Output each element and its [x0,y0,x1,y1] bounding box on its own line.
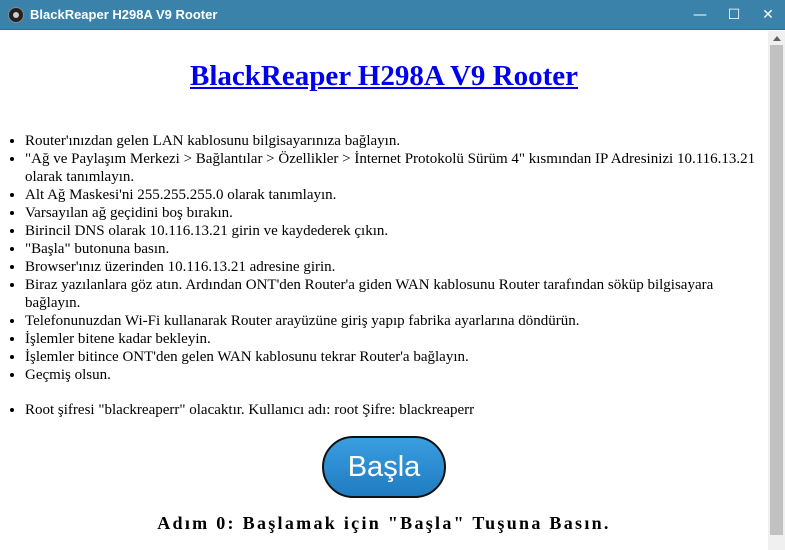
start-button[interactable]: Başla [322,436,446,498]
page-title: BlackReaper H298A V9 Rooter [0,60,768,93]
instruction-item: Browser'ınız üzerinden 10.116.13.21 adre… [25,258,768,276]
page-title-link[interactable]: BlackReaper H298A V9 Rooter [190,60,578,92]
instruction-item: Alt Ağ Maskesi'ni 255.255.255.0 olarak t… [25,186,768,204]
instruction-item: "Başla" butonuna basın. [25,240,768,258]
credentials-note-list: Root şifresi "blackreaperr" olacaktır. K… [0,401,768,419]
scroll-up-arrow-icon [772,35,781,41]
page-content: BlackReaper H298A V9 Rooter Router'ınızd… [0,31,768,550]
maximize-icon: ☐ [727,7,741,23]
app-icon [8,6,24,23]
instruction-item: "Ağ ve Paylaşım Merkezi > Bağlantılar > … [25,150,768,186]
instruction-item: Geçmiş olsun. [25,366,768,384]
instruction-item: Biraz yazılanlara göz atın. Ardından ONT… [25,276,768,312]
instruction-list: Router'ınızdan gelen LAN kablosunu bilgi… [0,132,768,384]
minimize-button[interactable]: — [683,0,717,30]
instruction-item: Birincil DNS olarak 10.116.13.21 girin v… [25,222,768,240]
close-button[interactable]: ✕ [751,0,785,30]
status-message: Adım 0: Başlamak için "Başla" Tuşuna Bas… [157,513,611,533]
window-title: BlackReaper H298A V9 Rooter [30,7,218,22]
window-controls: — ☐ ✕ [683,0,785,30]
instruction-item: İşlemler bitince ONT'den gelen WAN kablo… [25,348,768,366]
maximize-button[interactable]: ☐ [717,0,751,30]
window-titlebar: BlackReaper H298A V9 Rooter — ☐ ✕ [0,0,785,30]
instruction-item: Varsayılan ağ geçidini boş bırakın. [25,204,768,222]
close-icon: ✕ [762,7,774,23]
instruction-item: Telefonunuzdan Wi-Fi kullanarak Router a… [25,312,768,330]
scroll-up-button[interactable] [768,31,785,45]
scrollbar-thumb[interactable] [770,45,783,535]
instruction-item: İşlemler bitene kadar bekleyin. [25,330,768,348]
start-button-container: Başla [0,436,768,498]
instruction-item: Router'ınızdan gelen LAN kablosunu bilgi… [25,132,768,150]
minimize-icon: — [693,7,707,23]
credentials-note: Root şifresi "blackreaperr" olacaktır. K… [25,401,768,419]
vertical-scrollbar[interactable] [768,31,785,550]
